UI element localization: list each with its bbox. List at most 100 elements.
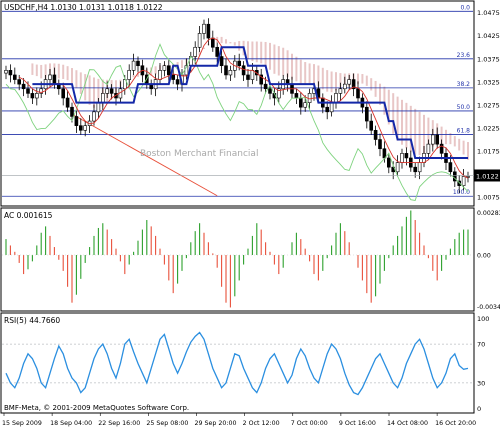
symbol-header: USDCHF,H4 1.0130 1.0131 1.0118 1.0122 [4,3,163,12]
main-y-tick-label: 1.0275 [477,101,500,109]
x-axis-label: 22 Sep 16:00 [98,420,140,427]
x-axis-label: 2 Oct 12:00 [243,420,280,427]
candle-body [426,143,431,154]
ac-y-tick-label: 0.002836 [477,210,500,217]
candle-body [202,23,206,34]
chart-root: 0.0 23.6 38.2 50.0 61.8 100.0 1.0122 1.0475 1.0… [0,0,500,429]
main-y-tick-label: 1.0375 [477,55,500,63]
candle-body [378,139,382,150]
candle-body [268,88,272,94]
candle-body [369,120,374,131]
main-y-tick-label: 1.0075 [477,194,500,202]
candle-body [211,37,215,48]
candle-body [8,70,13,76]
fib-level-label: 61.8 [457,127,471,134]
candle-body [294,93,299,99]
current-price-text: 1.0122 [476,172,499,180]
candle-body [197,33,202,48]
fib-level-label: 100.0 [453,189,470,196]
candle-body [325,106,330,113]
candle-body [224,65,228,76]
x-axis-label: 25 Sep 08:00 [146,420,188,427]
candle-body [215,46,219,57]
candle-body [26,88,30,94]
candle-body [109,88,114,94]
rsi-y-tick-label: 30 [477,379,485,387]
fib-level-label: 23.6 [457,52,471,59]
candle-body [382,148,387,159]
candle-body [193,46,197,57]
candle-body [386,157,391,168]
candle-body [52,74,57,85]
candle-body [13,74,17,80]
main-y-tick-label: 1.0475 [477,9,500,17]
candle-body [167,65,171,76]
candle-body [4,70,8,74]
candle-body [61,88,66,99]
candle-body [206,23,211,39]
rsi-y-tick-label: 70 [477,341,485,349]
candle-body [435,134,440,145]
candle-body [395,162,400,173]
candle-body [105,88,109,94]
candle-body [171,74,175,80]
rsi-y-tick-label: 100 [477,315,489,323]
candle-body [461,176,466,186]
copyright-text: BMF-Meta, © 2001-2009 MetaQuotes Softwar… [4,404,189,412]
candle-body [101,93,105,103]
candle-body [21,83,26,90]
candle-body [175,79,180,85]
x-axis-label: 29 Sep 20:00 [195,420,237,427]
candle-body [263,83,268,90]
candle-body [17,79,22,85]
rsi-label: RSI(5) 44.7660 [4,316,60,325]
candle-body [48,74,52,80]
candle-body [136,60,140,67]
ac-y-tick-label: 0.00 [477,252,491,259]
candle-body [373,129,378,140]
rsi-y-tick-label: 0 [477,405,481,413]
candle-body [338,88,343,94]
candle-body [400,153,404,163]
main-y-tick-label: 1.0175 [477,148,500,156]
candle-body [364,106,369,122]
candle-body [356,88,360,99]
main-y-tick-label: 1.0425 [477,32,500,40]
fib-level-label: 38.2 [457,81,471,88]
candle-body [417,162,422,173]
candle-body [158,70,162,80]
candle-body [79,125,83,131]
main-y-tick-label: 1.0225 [477,124,500,132]
candle-body [241,65,246,76]
candle-body [219,56,224,67]
x-axis-label: 15 Sep 2009 [2,420,42,427]
candle-body [334,93,338,103]
candle-body [70,106,74,117]
candle-body [92,111,96,122]
candle-body [246,74,250,80]
candle-body [298,97,303,108]
ac-y-tick-label: -0.0034E [477,304,500,311]
ac-label: AC 0.001615 [4,211,53,220]
x-axis-label: 9 Oct 16:00 [339,420,376,427]
main-y-tick-label: 1.0325 [477,78,500,86]
candle-body [228,70,233,76]
candle-body [96,102,101,113]
rsi-panel-frame [0,312,475,414]
candle-body [131,60,136,71]
candle-body [65,97,70,108]
candle-body [74,116,79,126]
candle-body [430,134,435,145]
x-axis-label: 16 Oct 20:00 [435,420,476,427]
chart-canvas: 0.0 23.6 38.2 50.0 61.8 100.0 1.0122 1.0475 1.0… [0,0,500,427]
candle-body [237,60,241,67]
candle-body [127,70,131,80]
candle-body [329,102,334,113]
candle-body [83,125,87,131]
candle-body [404,153,409,159]
watermark-text: Boston Merchant Financial [140,149,258,159]
fib-level-label: 0.0 [460,4,470,11]
candle-body [347,79,352,85]
candle-body [250,70,255,80]
x-axis-label: 18 Sep 04:00 [50,420,92,427]
